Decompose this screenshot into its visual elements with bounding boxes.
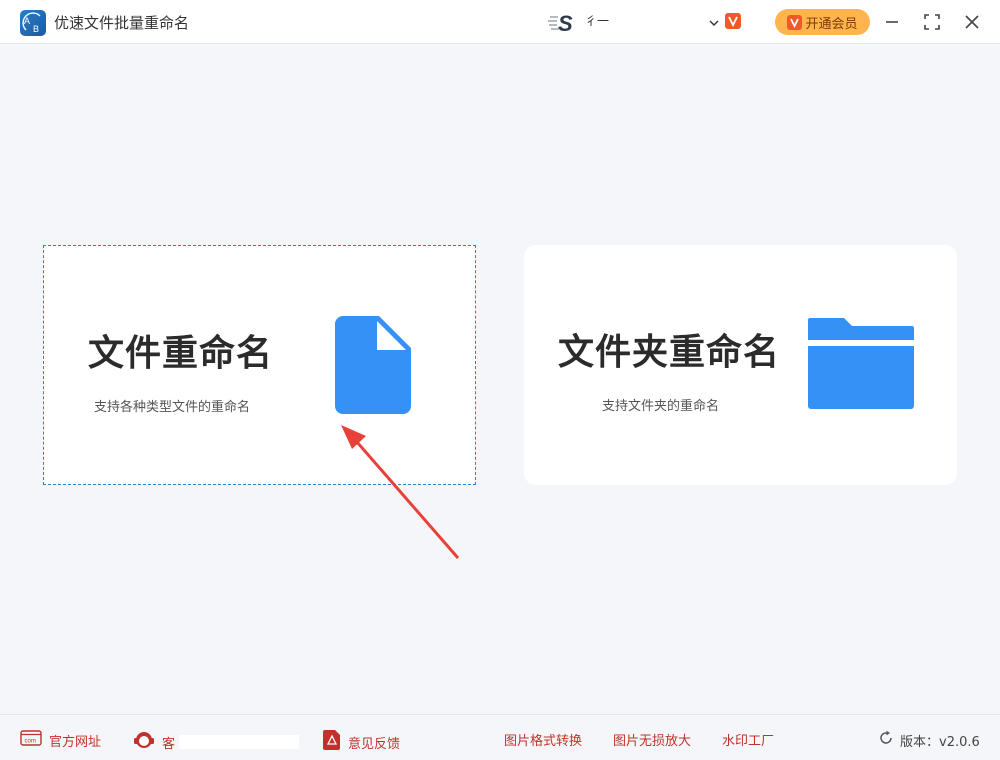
vip-button-label: 开通会员	[805, 16, 858, 32]
svg-text:B: B	[33, 24, 39, 34]
folder-rename-card[interactable]: 文件夹重命名 支持文件夹的重命名	[524, 245, 957, 485]
close-icon[interactable]	[962, 12, 982, 32]
official-site-label: 官方网址	[49, 734, 102, 750]
redacted-area	[179, 735, 300, 749]
customer-service-icon	[133, 730, 155, 754]
file-icon	[335, 316, 411, 418]
official-site-link[interactable]: com 官方网址	[20, 730, 101, 750]
app-logo-icon: A B	[20, 10, 46, 36]
chevron-down-icon[interactable]	[708, 14, 720, 26]
watermark-factory-link[interactable]: 水印工厂	[722, 730, 774, 749]
version-info[interactable]: 版本：v2.0.6	[878, 730, 980, 750]
folder-rename-title: 文件夹重命名	[558, 332, 781, 373]
maximize-icon[interactable]	[922, 12, 942, 32]
vip-mark-icon	[787, 14, 803, 30]
svg-text:com: com	[25, 739, 36, 745]
customer-service-label: 客	[162, 736, 176, 752]
user-name[interactable]: 彳一	[585, 12, 609, 29]
app-title: 优速文件批量重命名	[54, 14, 190, 32]
image-format-convert-link[interactable]: 图片格式转换	[504, 730, 582, 749]
website-icon: com	[20, 730, 42, 750]
feedback-label: 意见反馈	[348, 736, 401, 752]
file-rename-title: 文件重命名	[88, 333, 274, 374]
version-label: 版本：v2.0.6	[900, 734, 980, 750]
vip-icon	[725, 13, 741, 29]
customer-service-link[interactable]: 客	[133, 730, 300, 754]
image-lossless-enlarge-link[interactable]: 图片无损放大	[613, 730, 691, 749]
refresh-icon	[878, 730, 894, 750]
svg-text:S: S	[558, 11, 573, 33]
minimize-icon[interactable]	[882, 12, 902, 32]
title-bar: A B 优速文件批量重命名 S 彳一 开通会员	[0, 0, 1000, 44]
user-logo-icon: S	[548, 11, 578, 36]
feedback-link[interactable]: 意见反馈	[323, 730, 400, 754]
vip-upgrade-button[interactable]: 开通会员	[775, 9, 870, 35]
pdf-feedback-icon	[323, 730, 341, 754]
folder-icon	[808, 318, 914, 414]
folder-rename-description: 支持文件夹的重命名	[602, 399, 720, 414]
footer-bar: com 官方网址 客 意见反馈 图片格式转换 图片无损放大 水印工厂 版本：v2…	[0, 714, 1000, 760]
svg-text:A: A	[24, 16, 30, 26]
annotation-arrow-icon	[336, 420, 466, 569]
file-rename-description: 支持各种类型文件的重命名	[94, 400, 251, 415]
